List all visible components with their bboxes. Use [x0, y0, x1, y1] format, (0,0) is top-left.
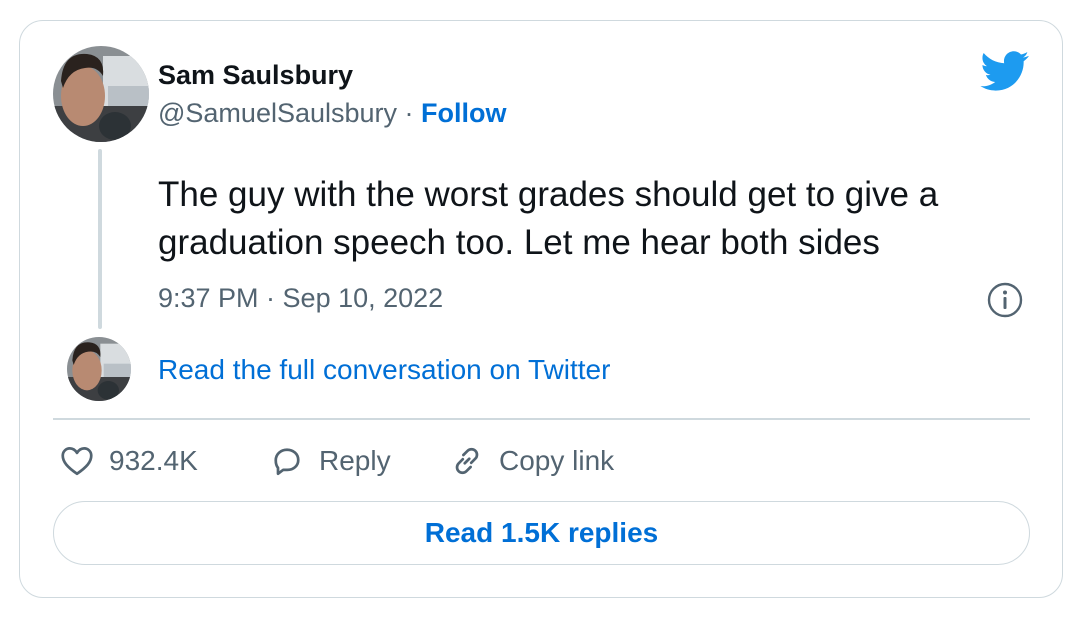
author-name[interactable]: Sam Saulsbury [158, 60, 353, 91]
tweet-embed-card: Sam Saulsbury @SamuelSaulsbury · Follow … [19, 20, 1063, 598]
handle-separator: · [404, 98, 422, 128]
read-conversation-link[interactable]: Read the full conversation on Twitter [158, 354, 610, 386]
follow-button[interactable]: Follow [421, 98, 506, 128]
like-button[interactable]: 932.4K [59, 439, 198, 483]
speech-bubble-icon [274, 448, 300, 476]
conversation-avatar[interactable] [67, 337, 131, 401]
tweet-text: The guy with the worst grades should get… [158, 175, 939, 262]
author-handle[interactable]: @SamuelSaulsbury [158, 98, 397, 128]
tweet-timestamp[interactable]: 9:37 PM · Sep 10, 2022 [158, 283, 443, 314]
divider [53, 418, 1030, 420]
copy-link-label: Copy link [499, 445, 615, 476]
heart-icon [61, 447, 93, 476]
copy-link-button[interactable]: Copy link [449, 439, 614, 483]
like-count: 932.4K [109, 445, 198, 476]
read-replies-button[interactable]: Read 1.5K replies [53, 501, 1030, 565]
reply-label: Reply [319, 445, 391, 476]
info-icon[interactable] [986, 281, 1024, 319]
thread-line [98, 149, 102, 329]
twitter-bird-icon[interactable] [980, 51, 1030, 92]
author-avatar[interactable] [53, 46, 149, 142]
link-icon [455, 447, 479, 475]
reply-button[interactable]: Reply [269, 439, 391, 483]
author-handle-row: @SamuelSaulsbury · Follow [158, 98, 507, 129]
